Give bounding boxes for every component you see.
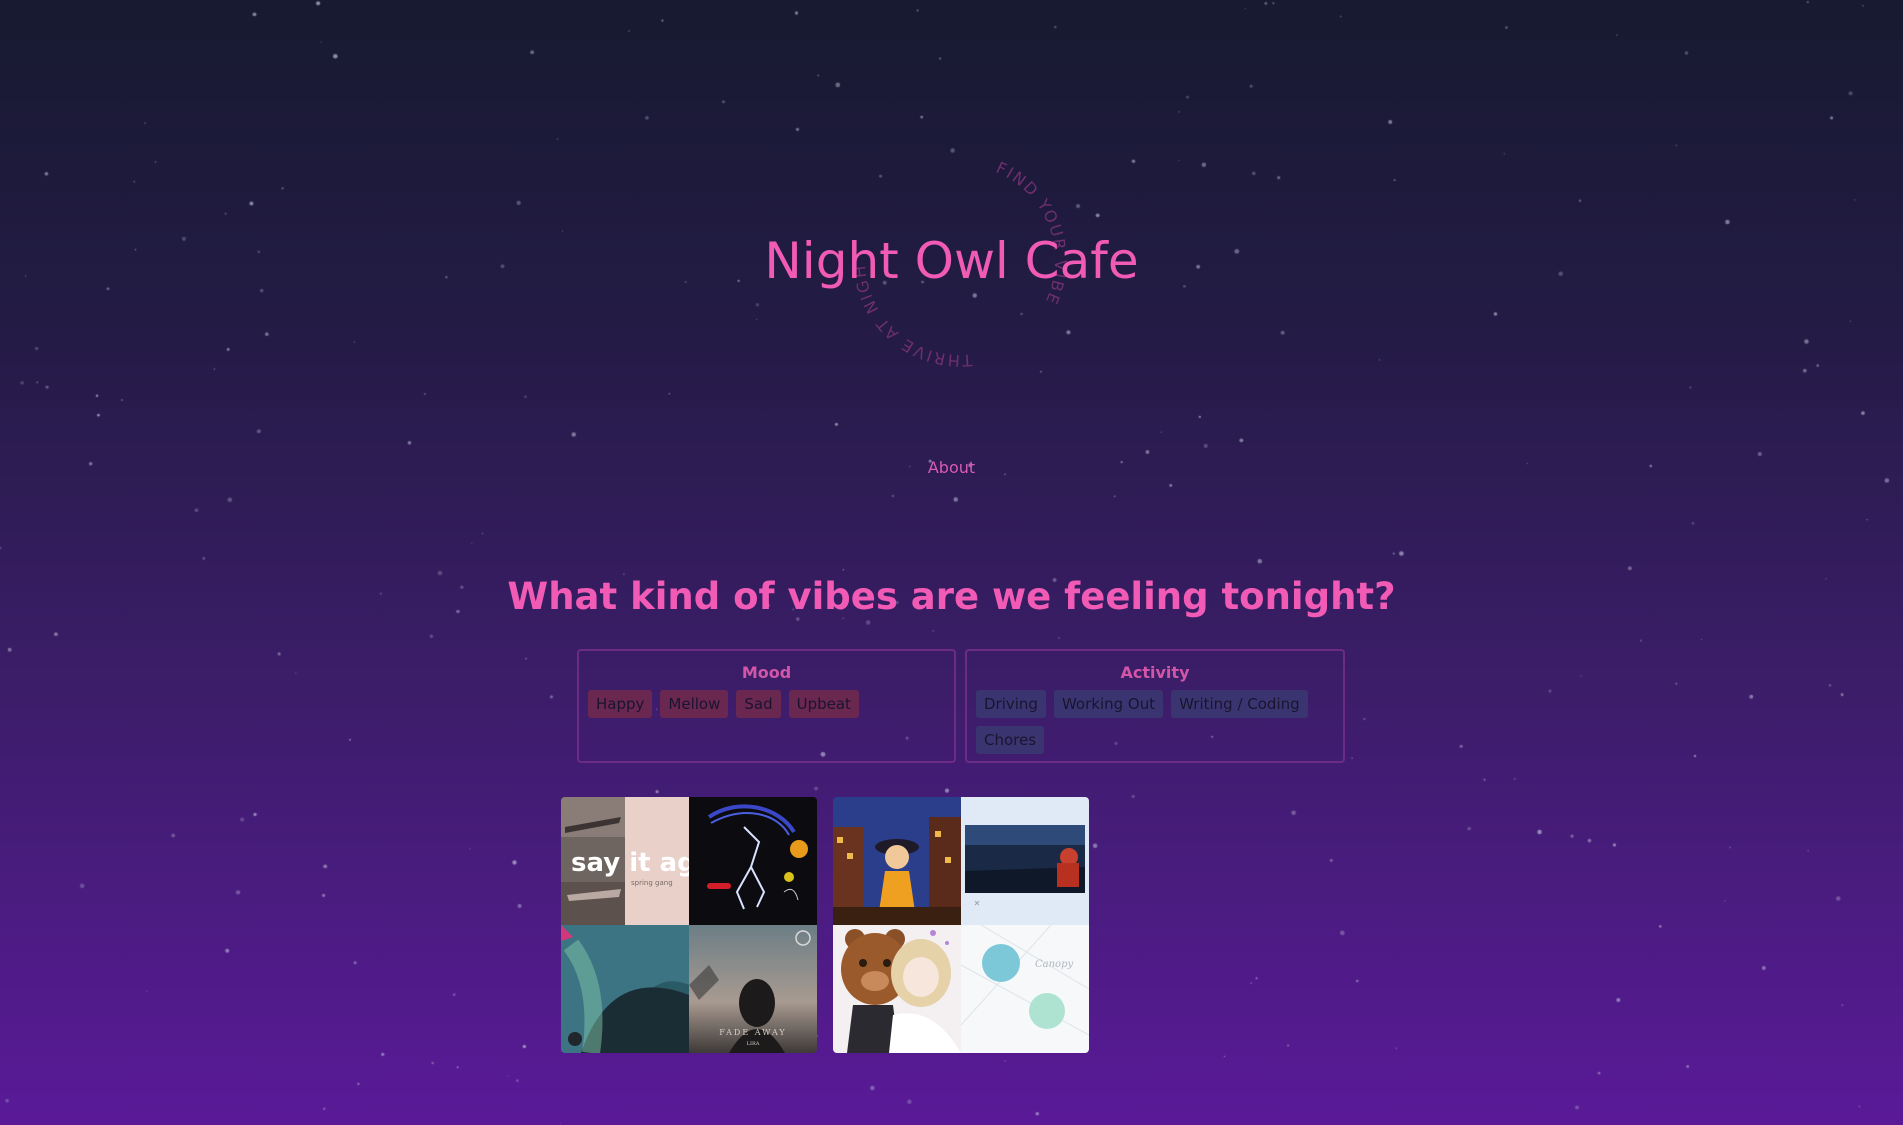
main-nav: About (0, 458, 1903, 477)
cover-title: FADE AWAY (719, 1028, 786, 1037)
album-cover-window-view (961, 797, 1089, 925)
album-cover-bear-and-girl (833, 925, 961, 1053)
activity-chip-driving[interactable]: Driving (976, 690, 1046, 718)
activity-panel: Activity Driving Working Out Writing / C… (965, 649, 1345, 763)
playlist-card-1[interactable]: say it again spring gang (561, 797, 817, 1053)
mood-title: Mood (741, 663, 792, 682)
hero-section: FIND YOUR VIBE THRIVE AT NIGHT Night Owl… (0, 0, 1903, 440)
site-title: Night Owl Cafe (764, 232, 1139, 290)
playlist-card-2[interactable]: Canopy (833, 797, 1089, 1053)
cover-artist: spring gang (631, 879, 673, 887)
activity-chip-writing-coding[interactable]: Writing / Coding (1171, 690, 1308, 718)
activity-title: Activity (1120, 663, 1190, 682)
cover-artist: LIRA (747, 1041, 760, 1047)
album-cover-say-it-again: say it again spring gang (561, 797, 689, 925)
mood-chip-upbeat[interactable]: Upbeat (788, 690, 859, 718)
album-cover-fade-away: FADE AWAY LIRA (689, 925, 817, 1053)
activity-chip-working-out[interactable]: Working Out (1053, 690, 1164, 718)
album-cover-dancer (689, 797, 817, 925)
mood-chip-sad[interactable]: Sad (736, 690, 781, 718)
cover-title: say it again (571, 848, 689, 878)
album-cover-city-night (833, 797, 961, 925)
mood-chips: Happy Mellow Sad Upbeat (579, 682, 954, 718)
vibe-question: What kind of vibes are we feeling tonigh… (507, 575, 1396, 618)
about-link[interactable]: About (928, 458, 975, 477)
activity-chips: Driving Working Out Writing / Coding Cho… (967, 682, 1343, 754)
mood-chip-happy[interactable]: Happy (588, 690, 653, 718)
mood-panel: Mood Happy Mellow Sad Upbeat (577, 649, 956, 763)
album-cover-teal-portrait (561, 925, 689, 1053)
album-cover-canopy: Canopy (961, 925, 1089, 1053)
activity-chip-chores[interactable]: Chores (976, 726, 1045, 754)
cover-title: Canopy (1035, 959, 1073, 970)
mood-chip-mellow[interactable]: Mellow (660, 690, 729, 718)
